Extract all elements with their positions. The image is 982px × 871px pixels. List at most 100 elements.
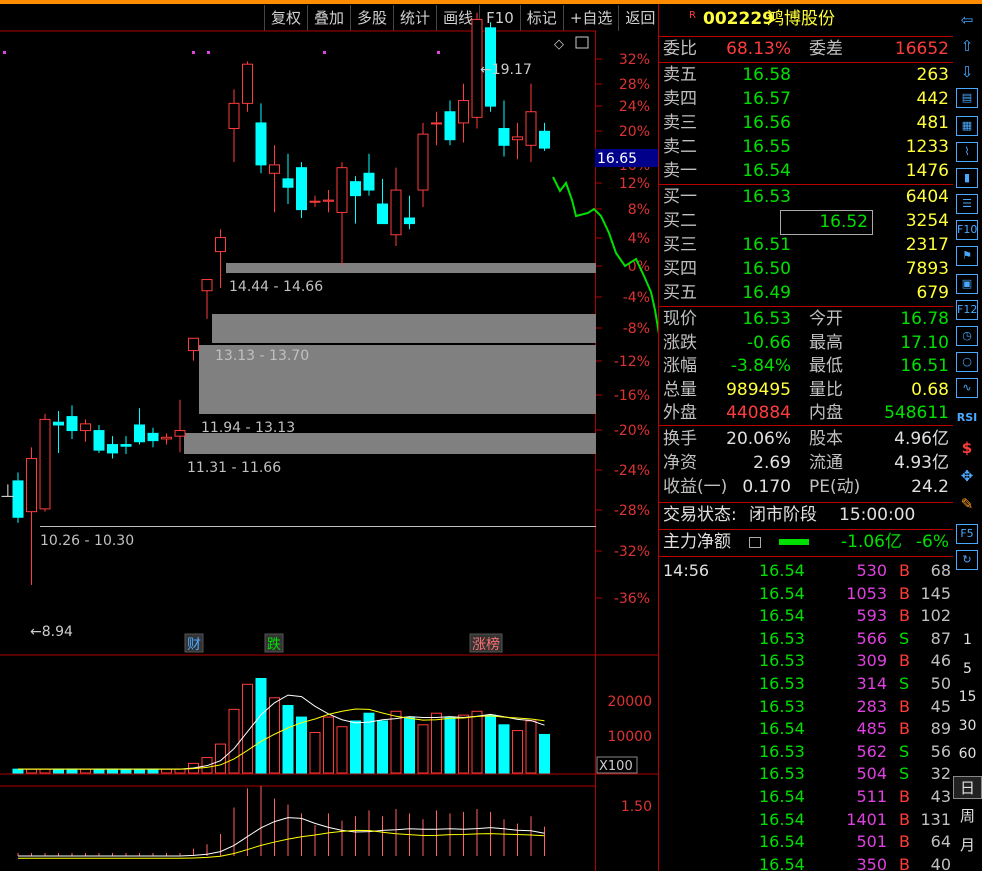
stat2-label: 净资 [663, 453, 697, 473]
up-arrow-icon[interactable]: ⇧ [956, 36, 978, 56]
tick-price: 16.54 [759, 832, 805, 852]
stat2-row-1: 净资 2.69 流通 4.93亿 [663, 452, 951, 475]
buy-row-0: 买一 16.53 6404 [663, 186, 951, 209]
volume-bar [26, 768, 37, 774]
tick-volume: 1401 [846, 809, 887, 829]
main-flow-doc-icon[interactable] [749, 537, 761, 548]
news-icon[interactable]: ▤ [956, 88, 978, 108]
stock-code: 002229 [703, 9, 774, 29]
flag-icon[interactable]: ⚑ [956, 246, 978, 266]
stat2-label2: PE(动) [809, 477, 861, 497]
period-tab-1[interactable]: 周 [953, 805, 982, 826]
refresh-icon[interactable]: ↻ [956, 550, 978, 570]
tick-price: 16.54 [759, 606, 805, 626]
clock-icon[interactable]: ◷ [956, 326, 978, 346]
tick-side: B [899, 719, 910, 739]
f10-icon[interactable]: F10 [956, 220, 978, 240]
trade-status-label: 交易状态: [663, 505, 737, 525]
diamond-icon: ◇ [554, 37, 564, 52]
candle-body [363, 172, 375, 191]
tick-count: 145 [920, 583, 951, 603]
sell-row-2: 卖三 16.56 481 [663, 112, 951, 135]
move-icon[interactable]: ✥ [956, 466, 978, 486]
period-60[interactable]: 60 [953, 746, 982, 762]
candle-body [390, 189, 402, 236]
volume-bar [444, 716, 456, 774]
f5-icon[interactable]: F5 [956, 524, 978, 544]
stat2-row-0: 换手 20.06% 股本 4.96亿 [663, 428, 951, 451]
price-axis-label: 24% [619, 99, 650, 115]
tick-count: 45 [930, 696, 951, 716]
candle-icon[interactable]: ▮ [956, 168, 978, 188]
line-chart-icon[interactable]: ⌇ [956, 142, 978, 162]
tick-volume: 485 [856, 719, 887, 739]
tick-side: B [899, 832, 910, 852]
period-tab-0[interactable]: 日 [953, 776, 982, 799]
tick-price: 16.54 [759, 787, 805, 806]
pencil-icon[interactable]: ✎ [956, 494, 978, 514]
volume-bar [228, 708, 240, 774]
period-tab-2[interactable]: 月 [953, 834, 982, 855]
weibi-label: 委比 [663, 39, 697, 59]
volume-bar [539, 733, 550, 774]
candle-body [39, 418, 51, 510]
buy-price: 16.53 [742, 187, 791, 207]
stat2-label2: 股本 [809, 429, 843, 449]
tick-volume: 501 [856, 832, 887, 852]
down-arrow-icon[interactable]: ⇩ [956, 62, 978, 82]
tick-price: 16.54 [759, 854, 805, 871]
volume-axis-label: 10000 [607, 729, 652, 745]
candle-body [147, 432, 159, 442]
price-axis-label: -4% [623, 290, 650, 306]
tick-side: B [899, 583, 910, 603]
period-15[interactable]: 15 [953, 689, 982, 705]
rsi-icon[interactable]: RSI [956, 408, 978, 428]
stat2-value: 2.69 [753, 453, 791, 473]
price-axis-label: 12% [619, 176, 650, 192]
period-30[interactable]: 30 [953, 718, 982, 734]
buy-label: 买四 [663, 259, 697, 279]
tick-count: 46 [930, 651, 951, 671]
grid-icon[interactable]: ▦ [956, 116, 978, 136]
tick-side: B [899, 787, 910, 806]
tick-volume: 309 [856, 651, 887, 671]
buy-volume: 3254 [905, 211, 949, 231]
event-dot-3 [323, 51, 326, 54]
dollar-icon[interactable]: $ [956, 438, 978, 458]
f12-icon[interactable]: F12 [956, 300, 978, 320]
stat-label2: 内盘 [809, 403, 843, 423]
tick-volume: 350 [856, 854, 887, 871]
kline-chart[interactable]: ◇32%28%24%20%16%12%8%4%0%-4%-8%-12%-16%-… [0, 0, 658, 871]
period-1[interactable]: 1 [953, 632, 982, 648]
candle-body [93, 430, 105, 451]
sell-volume: 1476 [905, 161, 949, 181]
sell-row-1: 卖四 16.57 442 [663, 88, 951, 111]
volume-bar [255, 678, 267, 774]
info-icon[interactable]: ▣ [956, 274, 978, 294]
tick-count: 43 [930, 787, 951, 806]
buy-row-1: 买二 16.52 3254 [663, 210, 951, 235]
gap-label: 13.13 - 13.70 [215, 348, 309, 364]
stat-label2: 今开 [809, 309, 843, 329]
indicator-line-2 [18, 829, 545, 859]
price-axis-label: -20% [614, 423, 650, 439]
period-5[interactable]: 5 [953, 661, 982, 677]
candle-body [201, 279, 213, 292]
stat-value2: 16.51 [900, 356, 949, 376]
candle-body [66, 416, 78, 432]
left-arrow-icon[interactable]: ⇦ [956, 10, 978, 30]
tick-volume: 566 [856, 628, 887, 648]
candle-body [404, 217, 415, 225]
candle-body [350, 181, 361, 197]
volume-bar [485, 714, 496, 774]
wave-icon[interactable]: ∿ [956, 378, 978, 398]
tick-price: 16.53 [759, 741, 805, 761]
circle-icon[interactable]: ○ [956, 352, 978, 372]
tick-volume: 504 [856, 764, 887, 784]
price-axis-label: -24% [614, 463, 650, 479]
price-axis-label: 4% [628, 231, 650, 247]
volume-bar [161, 768, 172, 774]
volume-axis-label: 20000 [607, 694, 652, 710]
sell-row-3: 卖二 16.55 1233 [663, 136, 951, 159]
list-icon[interactable]: ☰ [956, 194, 978, 214]
